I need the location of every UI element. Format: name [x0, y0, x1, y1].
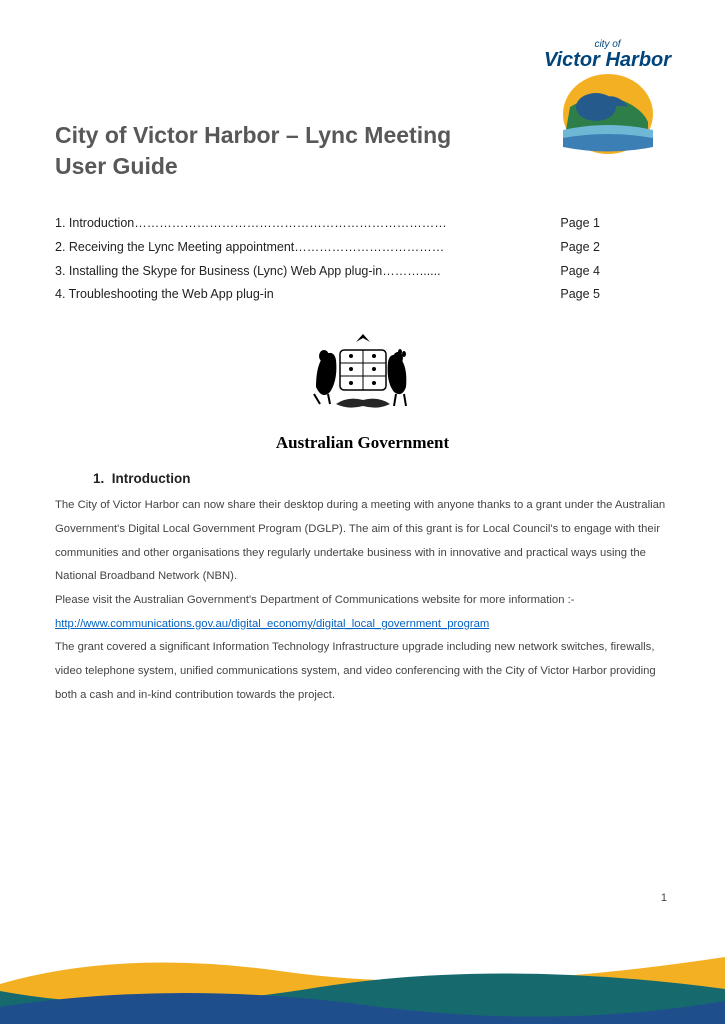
- toc-item: 3. Installing the Skype for Business (Ly…: [55, 260, 600, 284]
- document-page: city of Victor Harbor City of Victor Har…: [0, 0, 725, 1024]
- gov-link[interactable]: http://www.communications.gov.au/digital…: [55, 618, 489, 630]
- table-of-contents: 1. Introduction……………………………………………………………………: [55, 212, 670, 307]
- vh-logo-icon: [548, 72, 668, 157]
- document-title: City of Victor Harbor – Lync Meeting Use…: [55, 55, 485, 182]
- section-intro: 1. Introduction The City of Victor Harbo…: [55, 471, 670, 707]
- section-heading: 1. Introduction: [93, 471, 670, 486]
- toc-page: Page 5: [548, 283, 600, 307]
- vh-logo: city of Victor Harbor: [535, 40, 680, 157]
- toc-item: 2. Receiving the Lync Meeting appointmen…: [55, 236, 600, 260]
- paragraph: The grant covered a significant Informat…: [55, 636, 670, 707]
- section-number: 1.: [93, 471, 104, 486]
- aus-gov-crest: Australian Government: [55, 332, 670, 453]
- page-header: city of Victor Harbor City of Victor Har…: [55, 55, 670, 182]
- toc-item: 1. Introduction……………………………………………………………………: [55, 212, 600, 236]
- paragraph: The City of Victor Harbor can now share …: [55, 494, 670, 589]
- logo-text: city of Victor Harbor: [535, 40, 680, 70]
- aus-gov-label: Australian Government: [55, 433, 670, 453]
- coat-of-arms-icon: [298, 332, 428, 422]
- logo-city-name: Victor Harbor: [535, 50, 680, 70]
- toc-page: Page 2: [548, 236, 600, 260]
- toc-page: Page 4: [548, 260, 600, 284]
- toc-label: 3. Installing the Skype for Business (Ly…: [55, 260, 441, 284]
- footer-wave-icon: [0, 929, 725, 1024]
- toc-item: 4. Troubleshooting the Web App plug-in P…: [55, 283, 600, 307]
- toc-label: 2. Receiving the Lync Meeting appointmen…: [55, 236, 444, 260]
- paragraph: Please visit the Australian Government's…: [55, 589, 670, 613]
- section-title: Introduction: [112, 471, 191, 486]
- page-number: 1: [661, 892, 667, 904]
- toc-label: 1. Introduction…………………………………………………………………: [55, 212, 447, 236]
- toc-label: 4. Troubleshooting the Web App plug-in: [55, 283, 274, 307]
- toc-page: Page 1: [548, 212, 600, 236]
- external-link-line: http://www.communications.gov.au/digital…: [55, 613, 670, 637]
